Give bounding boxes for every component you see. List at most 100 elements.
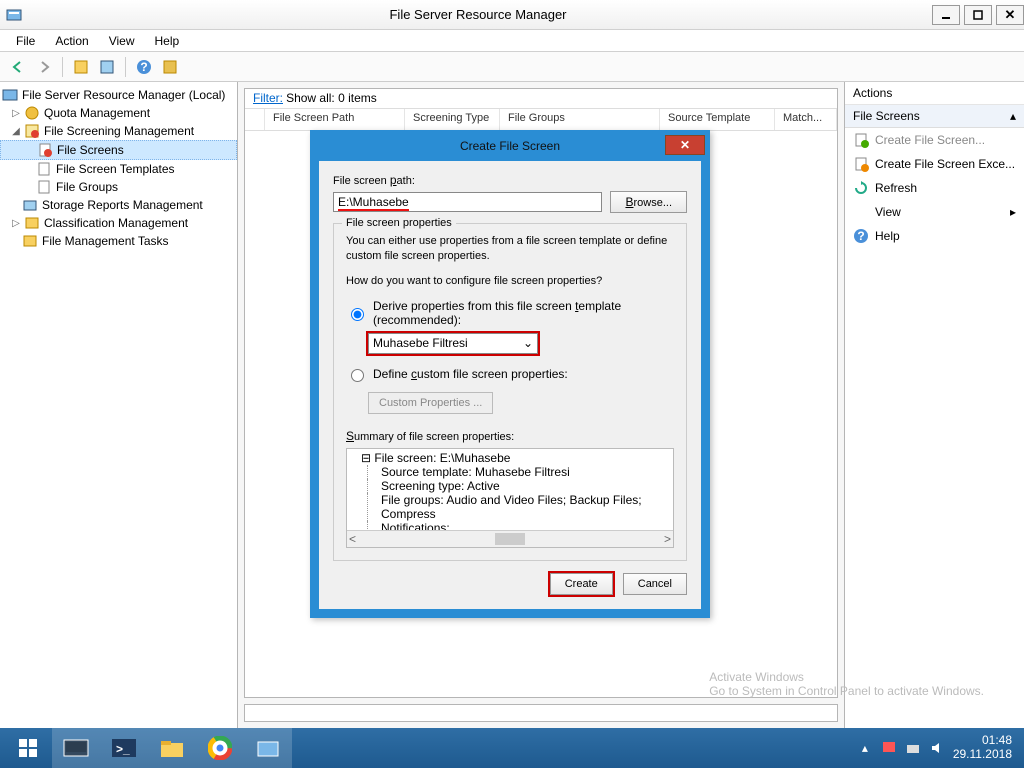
menu-help[interactable]: Help <box>145 32 190 50</box>
radio-custom-input[interactable] <box>351 369 364 382</box>
tree-quota[interactable]: ▷ Quota Management <box>0 104 237 122</box>
action-help[interactable]: ? Help <box>845 224 1024 248</box>
menu-file[interactable]: File <box>6 32 45 50</box>
svg-text:?: ? <box>140 60 147 74</box>
summary-label: Summary of file screen properties: <box>346 428 674 445</box>
actions-panel: Actions File Screens ▴ Create File Scree… <box>844 82 1024 728</box>
col-template[interactable]: Source Template <box>660 109 775 130</box>
maximize-button[interactable] <box>964 5 992 25</box>
filter-bar: Filter: Show all: 0 items <box>245 89 837 109</box>
classification-icon <box>24 215 40 231</box>
summary-root: ⊟ File screen: E:\Muhasebe <box>351 451 669 465</box>
fieldset-question: How do you want to configure file screen… <box>346 274 674 289</box>
taskbar-clock[interactable]: 01:48 29.11.2018 <box>953 734 1012 762</box>
tree-file-screening[interactable]: ◢ File Screening Management <box>0 122 237 140</box>
summary-scrollbar[interactable]: <> <box>347 530 673 547</box>
tree-label: File Management Tasks <box>42 234 169 248</box>
refresh-icon <box>853 180 869 196</box>
tree-file-mgmt-tasks[interactable]: File Management Tasks <box>0 232 237 250</box>
window-title: File Server Resource Manager <box>28 7 928 22</box>
actions-section-title: File Screens <box>853 109 920 123</box>
col-icon[interactable] <box>245 109 265 130</box>
cancel-button[interactable]: Cancel <box>623 573 687 595</box>
task-explorer[interactable] <box>148 728 196 768</box>
action-label: Help <box>875 229 900 243</box>
minimize-button[interactable] <box>932 5 960 25</box>
svg-text:?: ? <box>857 229 864 243</box>
action-view[interactable]: View ▸ <box>845 200 1024 224</box>
tray-caret-icon[interactable]: ▴ <box>857 740 873 756</box>
tool-button-3[interactable] <box>158 55 182 79</box>
actions-section: File Screens ▴ <box>845 105 1024 128</box>
fsrm-icon <box>2 87 18 103</box>
properties-fieldset: File screen properties You can either us… <box>333 223 687 561</box>
svg-text:>_: >_ <box>116 742 130 756</box>
detail-panel <box>244 704 838 722</box>
task-fsrm[interactable] <box>244 728 292 768</box>
summary-line: File groups: Audio and Video Files; Back… <box>351 493 669 521</box>
back-button[interactable] <box>6 55 30 79</box>
reports-icon <box>22 197 38 213</box>
tree-label: File Screen Templates <box>56 162 175 176</box>
radio-derive[interactable]: Derive properties from this file screen … <box>346 299 674 327</box>
menu-action[interactable]: Action <box>45 32 98 50</box>
tree-storage-reports[interactable]: Storage Reports Management <box>0 196 237 214</box>
collapse-icon[interactable]: ◢ <box>10 125 22 137</box>
tree-file-groups[interactable]: File Groups <box>0 178 237 196</box>
menu-view[interactable]: View <box>99 32 145 50</box>
col-type[interactable]: Screening Type <box>405 109 500 130</box>
filter-link[interactable]: Filter: <box>253 91 283 105</box>
radio-derive-input[interactable] <box>351 308 364 321</box>
file-screens-icon <box>37 142 53 158</box>
tree-root[interactable]: File Server Resource Manager (Local) <box>0 86 237 104</box>
expand-icon[interactable]: ▷ <box>10 107 22 119</box>
clock-date: 29.11.2018 <box>953 748 1012 762</box>
dialog-close-button[interactable]: ✕ <box>665 135 705 155</box>
col-groups[interactable]: File Groups <box>500 109 660 130</box>
template-select[interactable]: Muhasebe Filtresi ⌄ <box>368 333 538 354</box>
toolbar-separator <box>125 57 126 77</box>
action-label: Create File Screen... <box>875 133 985 147</box>
col-path[interactable]: File Screen Path <box>265 109 405 130</box>
forward-button[interactable] <box>32 55 56 79</box>
task-powershell[interactable]: >_ <box>100 728 148 768</box>
col-match[interactable]: Match... <box>775 109 837 130</box>
action-refresh[interactable]: Refresh <box>845 176 1024 200</box>
filter-text: Show all: 0 items <box>286 91 377 105</box>
expand-icon[interactable]: ▷ <box>10 217 22 229</box>
tasks-icon <box>22 233 38 249</box>
create-file-screen-dialog: Create File Screen ✕ File screen path: E… <box>310 130 710 618</box>
tree-label: Storage Reports Management <box>42 198 203 212</box>
tree-templates[interactable]: File Screen Templates <box>0 160 237 178</box>
tray-network-icon[interactable] <box>905 740 921 756</box>
path-input[interactable]: E:\Muhasebe <box>333 192 602 212</box>
tool-button-2[interactable] <box>95 55 119 79</box>
create-button[interactable]: Create <box>550 573 613 595</box>
close-button[interactable]: ✕ <box>996 5 1024 25</box>
action-create-exception[interactable]: Create File Screen Exce... <box>845 152 1024 176</box>
tray-flag-icon[interactable] <box>881 740 897 756</box>
tool-button-1[interactable] <box>69 55 93 79</box>
task-server-manager[interactable] <box>52 728 100 768</box>
taskbar: >_ ▴ 01:48 29.11.2018 <box>0 728 1024 768</box>
summary-box: ⊟ File screen: E:\Muhasebe Source templa… <box>346 448 674 548</box>
dropdown-icon: ⌄ <box>523 336 533 350</box>
toolbar-separator <box>62 57 63 77</box>
action-create-file-screen[interactable]: Create File Screen... <box>845 128 1024 152</box>
action-label: Create File Screen Exce... <box>875 157 1015 171</box>
dialog-body: File screen path: E:\Muhasebe Browse... … <box>311 161 709 617</box>
collapse-icon[interactable]: ▴ <box>1010 109 1016 123</box>
tray-volume-icon[interactable] <box>929 740 945 756</box>
radio-custom[interactable]: Define custom file screen properties: <box>346 366 674 382</box>
create-icon <box>853 132 869 148</box>
tree-label: File Screens <box>57 143 124 157</box>
start-button[interactable] <box>4 728 52 768</box>
browse-button[interactable]: Browse... <box>610 191 687 213</box>
tree-file-screens[interactable]: File Screens <box>0 140 237 160</box>
help-button[interactable]: ? <box>132 55 156 79</box>
summary-line: Screening type: Active <box>351 479 669 493</box>
dialog-titlebar[interactable]: Create File Screen ✕ <box>311 131 709 161</box>
task-chrome[interactable] <box>196 728 244 768</box>
tree-classification[interactable]: ▷ Classification Management <box>0 214 237 232</box>
system-tray: ▴ 01:48 29.11.2018 <box>857 734 1020 762</box>
